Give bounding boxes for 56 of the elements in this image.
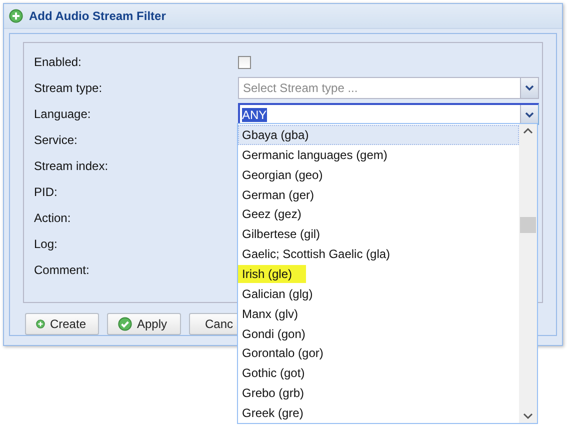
language-option[interactable]: Gondi (gon) [238, 324, 519, 344]
language-option[interactable]: Galician (glg) [238, 284, 519, 304]
language-option[interactable]: Gaelic; Scottish Gaelic (gla) [238, 244, 519, 264]
option-text: Galician (glg) [242, 286, 313, 301]
field-label: Service: [34, 133, 78, 147]
window-icon [9, 9, 23, 23]
option-text: Grebo (grb) [242, 386, 304, 400]
language-option[interactable]: Greek (gre) [238, 403, 519, 423]
language-option[interactable]: Manx (glv) [238, 304, 519, 324]
enabled-checkbox[interactable] [238, 56, 251, 68]
language-option[interactable]: Gilbertese (gil) [238, 224, 519, 244]
cancel-button[interactable]: Canc [189, 313, 239, 335]
window-title: Add Audio Stream Filter [29, 9, 166, 23]
language-option[interactable]: Geez (gez) [238, 204, 519, 224]
field-label: Language: [34, 107, 92, 121]
add-icon [36, 317, 45, 331]
option-text: Greek (gre) [242, 406, 304, 420]
scrollbar-thumb[interactable] [520, 217, 536, 233]
option-text: Gondi (gon) [242, 326, 306, 341]
field-label: Log: [34, 237, 58, 251]
option-text: Germanic languages (gem) [242, 148, 388, 162]
option-text: Gothic (got) [242, 366, 305, 380]
language-option[interactable]: Germanic languages (gem) [238, 144, 519, 165]
option-text: Irish (gle) [238, 264, 306, 283]
dropdown-trigger[interactable] [520, 78, 538, 98]
combo-field[interactable]: ANY [238, 103, 539, 125]
dropdown-trigger[interactable] [520, 105, 538, 124]
field-label: Action: [34, 211, 72, 225]
language-option[interactable]: Gothic (got) [238, 363, 519, 384]
option-text: Gaelic; Scottish Gaelic (gla) [242, 247, 390, 262]
field-label: Comment: [34, 263, 90, 277]
apply-button[interactable]: Apply [107, 313, 181, 335]
stream-type-input[interactable]: Select Stream type ... [239, 78, 520, 98]
language-option[interactable]: Gbaya (gba) [238, 125, 519, 145]
field-label: Stream type: [34, 81, 104, 95]
field-label: Stream index: [34, 159, 110, 173]
option-text: Georgian (geo) [242, 168, 323, 182]
option-text: Gbaya (gba) [242, 128, 309, 142]
field-label: PID: [34, 185, 58, 199]
language-option[interactable]: Gorontalo (gor) [238, 343, 519, 364]
caret-icon [525, 112, 534, 118]
option-text: German (ger) [242, 188, 314, 202]
option-text: Manx (glv) [242, 306, 298, 321]
combo-field[interactable]: Select Stream type ... [238, 77, 539, 99]
option-text: Geez (gez) [242, 207, 302, 222]
caret-icon [525, 85, 534, 91]
language-option[interactable]: Grebo (grb) [238, 383, 519, 404]
field-label: Enabled: [34, 55, 82, 69]
option-text: Gorontalo (gor) [242, 346, 324, 360]
language-option[interactable]: German (ger) [238, 184, 519, 204]
language-option[interactable]: Irish (gle) [238, 264, 519, 284]
check-icon [118, 317, 132, 331]
scrollbar[interactable] [519, 124, 537, 423]
option-text: Gilbertese (gil) [242, 227, 320, 242]
add-button[interactable]: Create [25, 313, 99, 335]
language-option[interactable]: Georgian (geo) [238, 164, 519, 185]
